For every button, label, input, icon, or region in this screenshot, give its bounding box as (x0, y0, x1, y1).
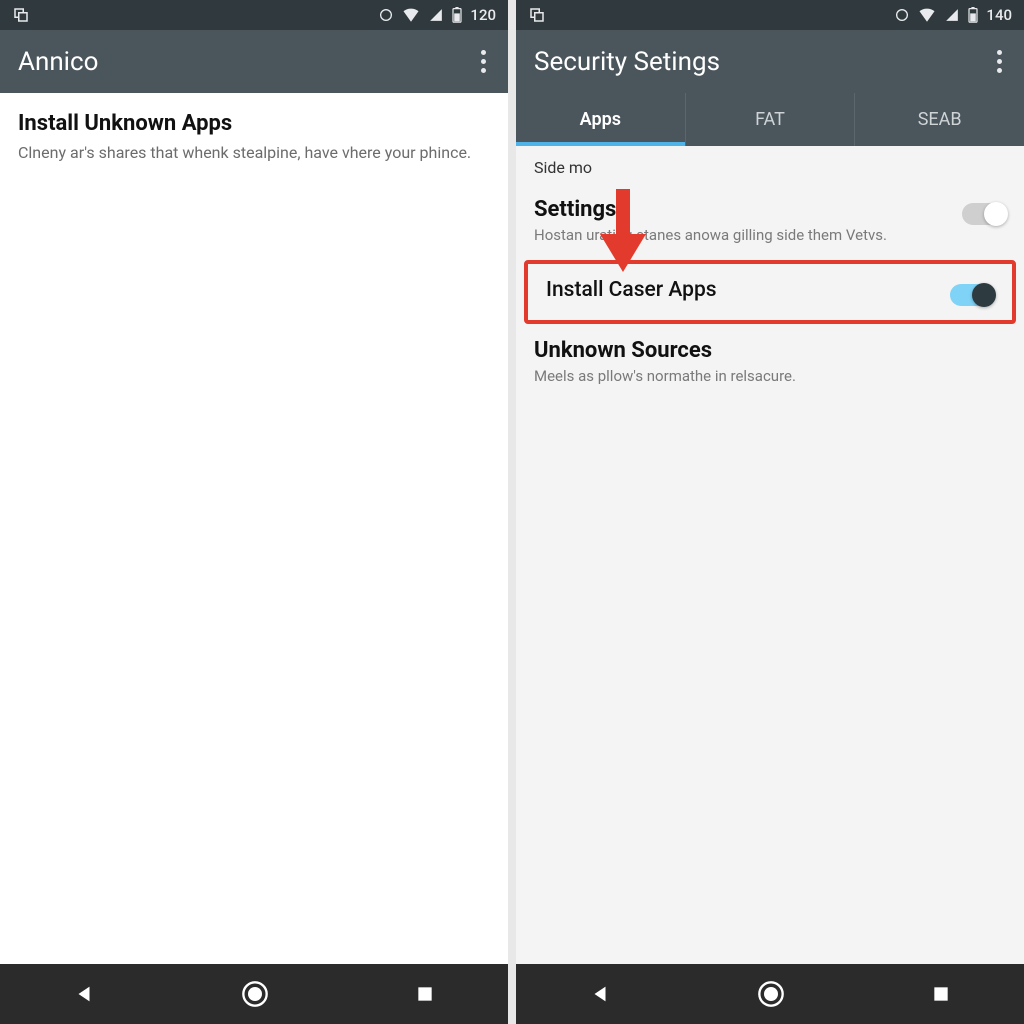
tab-seab[interactable]: SEAB (855, 93, 1024, 146)
tab-fat[interactable]: FAT (686, 93, 856, 146)
recents-button[interactable] (931, 984, 951, 1004)
app-bar: Security Setings (516, 30, 1024, 93)
section-description: Clneny ar's shares that whenk stealpine,… (18, 142, 490, 164)
phone-left: 120 Annico Install Unknown Apps Clneny a… (0, 0, 508, 1024)
setting-row-settings[interactable]: Settings Hostan urating stanes anowa gil… (516, 183, 1024, 260)
navigation-bar (516, 964, 1024, 1024)
toggle-switch[interactable] (950, 284, 994, 306)
navigation-bar (0, 964, 508, 1024)
battery-icon (452, 7, 462, 23)
highlight-annotation: Install Caser Apps (524, 260, 1016, 324)
app-bar-title: Security Setings (534, 47, 993, 77)
tab-label: Apps (580, 109, 621, 130)
tab-label: SEAB (918, 109, 962, 130)
subheader: Side mo (516, 146, 1024, 183)
status-bar: 120 (0, 0, 508, 30)
app-bar-title: Annico (18, 47, 477, 77)
wifi-icon (918, 8, 936, 22)
setting-description: Hostan urating stanes anowa gilling side… (534, 226, 950, 246)
content-area: Install Unknown Apps Clneny ar's shares … (0, 93, 508, 964)
battery-icon (968, 7, 978, 23)
tab-label: FAT (755, 109, 785, 130)
setting-description: Meels as pllow's normathe in relsacure. (534, 367, 1006, 387)
battery-text: 120 (470, 6, 496, 24)
home-button[interactable] (757, 980, 785, 1008)
back-button[interactable] (73, 983, 95, 1005)
content-area: Side mo Settings Hostan urating stanes a… (516, 146, 1024, 964)
circle-outline-icon (378, 7, 394, 23)
home-button[interactable] (241, 980, 269, 1008)
multiwindow-icon (528, 6, 546, 24)
circle-outline-icon (894, 7, 910, 23)
cell-signal-icon (428, 8, 444, 22)
setting-title: Install Caser Apps (546, 278, 938, 302)
overflow-menu-icon[interactable] (477, 44, 490, 79)
status-bar: 140 (516, 0, 1024, 30)
recents-button[interactable] (415, 984, 435, 1004)
back-button[interactable] (589, 983, 611, 1005)
tab-apps[interactable]: Apps (516, 93, 686, 146)
phone-right: 140 Security Setings Apps FAT SEAB Side … (516, 0, 1024, 1024)
wifi-icon (402, 8, 420, 22)
setting-title: Settings (534, 197, 950, 222)
setting-title: Unknown Sources (534, 338, 1006, 363)
toggle-switch[interactable] (962, 203, 1006, 225)
multiwindow-icon (12, 6, 30, 24)
battery-text: 140 (986, 6, 1012, 24)
app-bar: Annico (0, 30, 508, 93)
overflow-menu-icon[interactable] (993, 44, 1006, 79)
setting-row-install-caser-apps[interactable]: Install Caser Apps (528, 264, 1012, 320)
setting-row-unknown-sources[interactable]: Unknown Sources Meels as pllow's normath… (516, 324, 1024, 401)
cell-signal-icon (944, 8, 960, 22)
tab-bar: Apps FAT SEAB (516, 93, 1024, 146)
section-title: Install Unknown Apps (18, 111, 490, 136)
